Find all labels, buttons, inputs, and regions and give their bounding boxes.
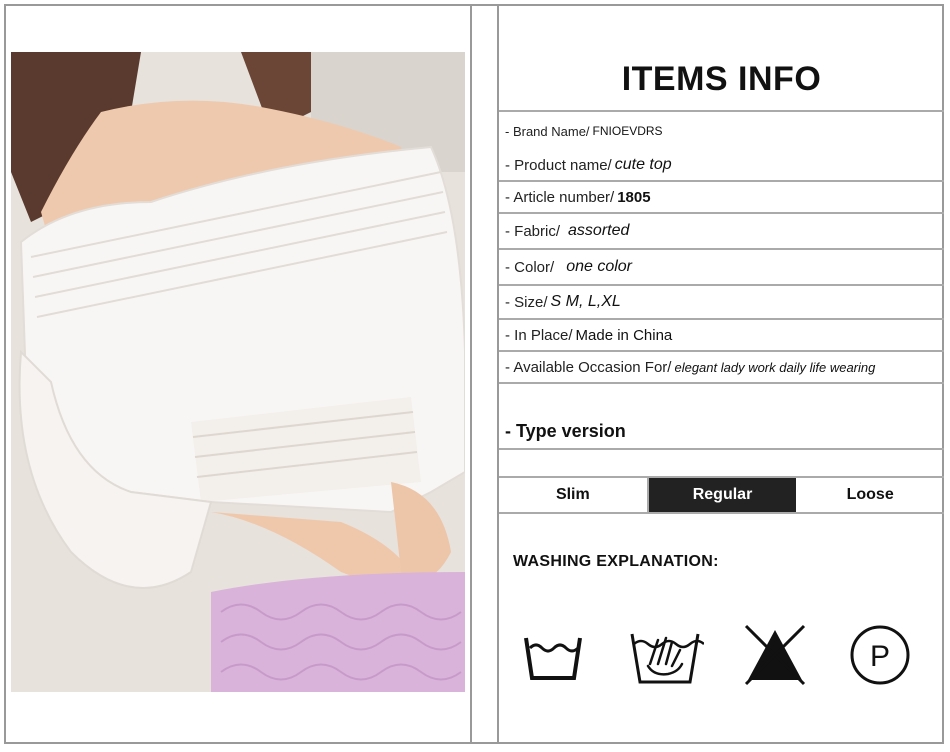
row-fabric: - Fabric/ assorted: [499, 212, 944, 248]
hand-wash-icon: [630, 633, 704, 684]
product-photo: [11, 52, 465, 692]
row-in-place: - In Place/ Made in China: [499, 318, 944, 350]
tab-regular[interactable]: Regular: [648, 478, 797, 512]
items-info-title: ITEMS INFO: [621, 60, 822, 98]
svg-text:P: P: [870, 640, 890, 673]
dry-clean-p-icon: P: [850, 625, 910, 685]
row-brand-name: - Brand Name/ FNIOEVDRS: [499, 110, 944, 150]
washing-title: WASHING EXPLANATION:: [513, 553, 719, 570]
type-version-tabs: Slim Regular Loose: [499, 476, 944, 514]
row-type-version: - Type version: [499, 382, 944, 448]
tab-slim[interactable]: Slim: [499, 478, 649, 512]
row-spacer: [499, 448, 944, 476]
tab-loose[interactable]: Loose: [796, 478, 944, 512]
wash-tub-icon: [524, 637, 582, 680]
row-product-name: - Product name/ cute top: [505, 156, 672, 174]
divider-left: [470, 4, 472, 744]
row-size: - Size/ S M, L,XL: [499, 284, 944, 318]
row-article-number: - Article number/ 1805: [499, 180, 944, 212]
row-occasion: - Available Occasion For/ elegant lady w…: [499, 350, 944, 382]
row-color: - Color/ one color: [499, 248, 944, 284]
no-bleach-icon: [744, 624, 806, 686]
